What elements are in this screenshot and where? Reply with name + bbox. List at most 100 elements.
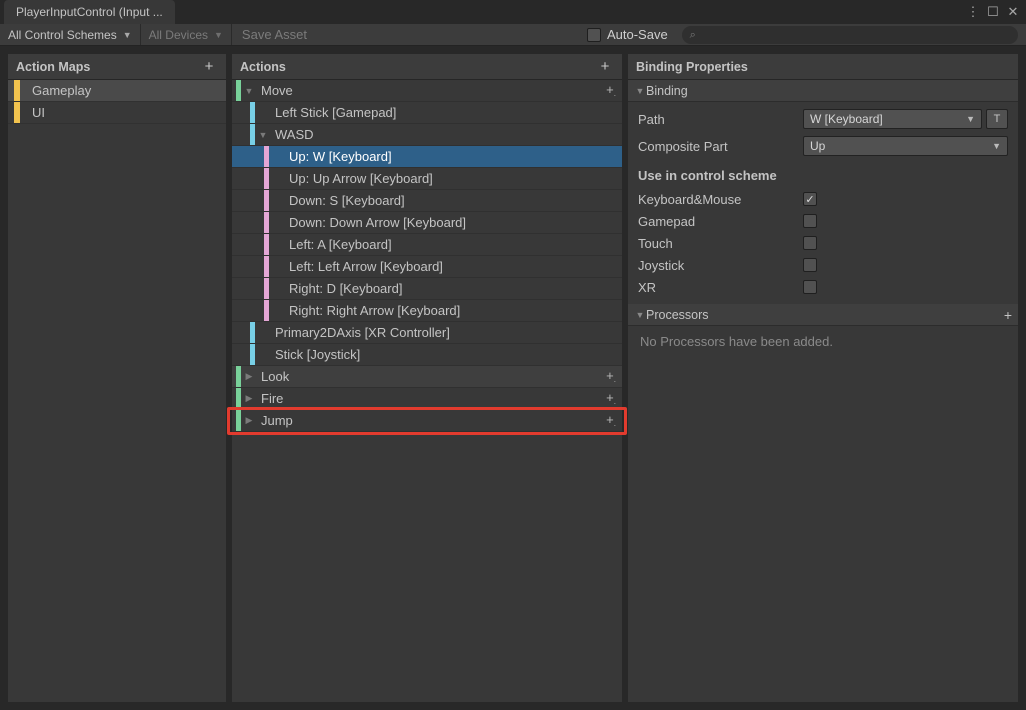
chevron-right-icon[interactable]: ▶ xyxy=(243,393,255,404)
scheme-checkbox[interactable] xyxy=(803,280,817,294)
control-schemes-dropdown[interactable]: All Control Schemes ▼ xyxy=(0,24,141,45)
search-icon: ⌕ xyxy=(690,29,696,42)
close-icon[interactable]: ✕ xyxy=(1006,4,1020,20)
properties-header: Binding Properties xyxy=(628,54,1018,80)
row-label: Primary2DAxis [XR Controller] xyxy=(271,325,450,340)
actions-header: Actions + xyxy=(232,54,622,80)
actions-panel: Actions + ▼Move+.Left Stick [Gamepad]▼WA… xyxy=(232,54,622,702)
color-mark xyxy=(264,146,269,167)
path-label: Path xyxy=(638,112,803,127)
binding-row[interactable]: Up: W [Keyboard] xyxy=(232,146,622,168)
listen-button[interactable]: T xyxy=(986,109,1008,129)
row-label: Left: Left Arrow [Keyboard] xyxy=(285,259,443,274)
add-binding-button[interactable]: +. xyxy=(606,368,616,386)
save-asset-button[interactable]: Save Asset xyxy=(232,24,317,45)
binding-row[interactable]: Down: Down Arrow [Keyboard] xyxy=(232,212,622,234)
autosave-toggle[interactable]: Auto-Save xyxy=(577,24,678,45)
action-map-label: UI xyxy=(32,105,45,120)
search-input[interactable]: ⌕ xyxy=(682,26,1018,44)
row-label: Look xyxy=(257,369,289,384)
color-mark xyxy=(236,80,241,101)
row-label: Jump xyxy=(257,413,293,428)
chevron-down-icon[interactable]: ▼ xyxy=(243,86,255,96)
color-mark xyxy=(264,300,269,321)
row-label: WASD xyxy=(271,127,314,142)
add-action-map-button[interactable]: + xyxy=(200,58,218,76)
composite-part-dropdown[interactable]: Up ▼ xyxy=(803,136,1008,156)
color-mark xyxy=(264,190,269,211)
scheme-checkbox[interactable]: ✓ xyxy=(803,192,817,206)
maximize-icon[interactable]: ☐ xyxy=(986,4,1000,20)
tab-title: PlayerInputControl (Input ... xyxy=(16,5,163,19)
scheme-label: XR xyxy=(638,280,803,295)
color-mark xyxy=(250,322,255,343)
action-row[interactable]: ▶Jump +. xyxy=(232,410,622,432)
binding-row[interactable]: Down: S [Keyboard] xyxy=(232,190,622,212)
chevron-down-icon: ▼ xyxy=(214,30,223,40)
composite-row[interactable]: Stick [Joystick] xyxy=(232,344,622,366)
color-mark xyxy=(236,410,241,431)
color-mark xyxy=(250,344,255,365)
row-label: Fire xyxy=(257,391,283,406)
action-row[interactable]: ▶Fire +. xyxy=(232,388,622,410)
row-label: Right: Right Arrow [Keyboard] xyxy=(285,303,460,318)
binding-row[interactable]: Left: A [Keyboard] xyxy=(232,234,622,256)
control-scheme-row: Touch xyxy=(638,232,1008,254)
scheme-checkbox[interactable] xyxy=(803,214,817,228)
action-map-item[interactable]: UI xyxy=(8,102,226,124)
chevron-down-icon: ▼ xyxy=(966,114,975,124)
add-binding-button[interactable]: +. xyxy=(606,412,616,430)
action-map-item[interactable]: Gameplay xyxy=(8,80,226,102)
chevron-down-icon: ▼ xyxy=(992,141,1001,151)
tab-input-asset[interactable]: PlayerInputControl (Input ... xyxy=(4,0,175,24)
binding-section-header[interactable]: ▼ Binding xyxy=(628,80,1018,102)
color-mark xyxy=(236,366,241,387)
row-label: Stick [Joystick] xyxy=(271,347,360,362)
properties-panel: Binding Properties ▼ Binding Path W [Key… xyxy=(628,54,1018,702)
add-binding-button[interactable]: +. xyxy=(606,82,616,100)
control-scheme-row: XR xyxy=(638,276,1008,298)
color-mark xyxy=(264,278,269,299)
composite-row[interactable]: Primary2DAxis [XR Controller] xyxy=(232,322,622,344)
control-scheme-row: Keyboard&Mouse✓ xyxy=(638,188,1008,210)
binding-row[interactable]: Right: Right Arrow [Keyboard] xyxy=(232,300,622,322)
action-maps-header: Action Maps + xyxy=(8,54,226,80)
add-processor-button[interactable]: + xyxy=(1004,307,1012,323)
composite-row[interactable]: Left Stick [Gamepad] xyxy=(232,102,622,124)
row-label: Left Stick [Gamepad] xyxy=(271,105,396,120)
processors-section-header[interactable]: ▼ Processors + xyxy=(628,304,1018,326)
color-mark xyxy=(14,102,20,123)
menu-icon[interactable]: ⋮ xyxy=(966,4,980,20)
action-maps-panel: Action Maps + Gameplay UI xyxy=(8,54,226,702)
row-label: Down: S [Keyboard] xyxy=(285,193,405,208)
scheme-checkbox[interactable] xyxy=(803,236,817,250)
chevron-down-icon: ▼ xyxy=(634,86,646,96)
row-label: Move xyxy=(257,83,293,98)
row-label: Down: Down Arrow [Keyboard] xyxy=(285,215,466,230)
scheme-label: Keyboard&Mouse xyxy=(638,192,803,207)
path-dropdown[interactable]: W [Keyboard] ▼ xyxy=(803,109,982,129)
checkbox-icon[interactable] xyxy=(587,28,601,42)
binding-row[interactable]: Right: D [Keyboard] xyxy=(232,278,622,300)
row-label: Right: D [Keyboard] xyxy=(285,281,402,296)
action-row[interactable]: ▶Look +. xyxy=(232,366,622,388)
row-label: Up: Up Arrow [Keyboard] xyxy=(285,171,433,186)
scheme-checkbox[interactable] xyxy=(803,258,817,272)
composite-part-label: Composite Part xyxy=(638,139,803,154)
row-label: Left: A [Keyboard] xyxy=(285,237,392,252)
chevron-down-icon: ▼ xyxy=(634,310,646,320)
chevron-right-icon[interactable]: ▶ xyxy=(243,371,255,382)
color-mark xyxy=(264,168,269,189)
binding-row[interactable]: Up: Up Arrow [Keyboard] xyxy=(232,168,622,190)
composite-row[interactable]: ▼WASD xyxy=(232,124,622,146)
binding-row[interactable]: Left: Left Arrow [Keyboard] xyxy=(232,256,622,278)
add-binding-button[interactable]: +. xyxy=(606,390,616,408)
action-row[interactable]: ▼Move +. xyxy=(232,80,622,102)
add-action-button[interactable]: + xyxy=(596,58,614,76)
devices-dropdown[interactable]: All Devices ▼ xyxy=(141,24,232,45)
toolbar: All Control Schemes ▼ All Devices ▼ Save… xyxy=(0,24,1026,46)
processors-empty-message: No Processors have been added. xyxy=(628,326,1018,357)
scheme-label: Joystick xyxy=(638,258,803,273)
chevron-down-icon[interactable]: ▼ xyxy=(257,130,269,140)
chevron-right-icon[interactable]: ▶ xyxy=(243,415,255,426)
